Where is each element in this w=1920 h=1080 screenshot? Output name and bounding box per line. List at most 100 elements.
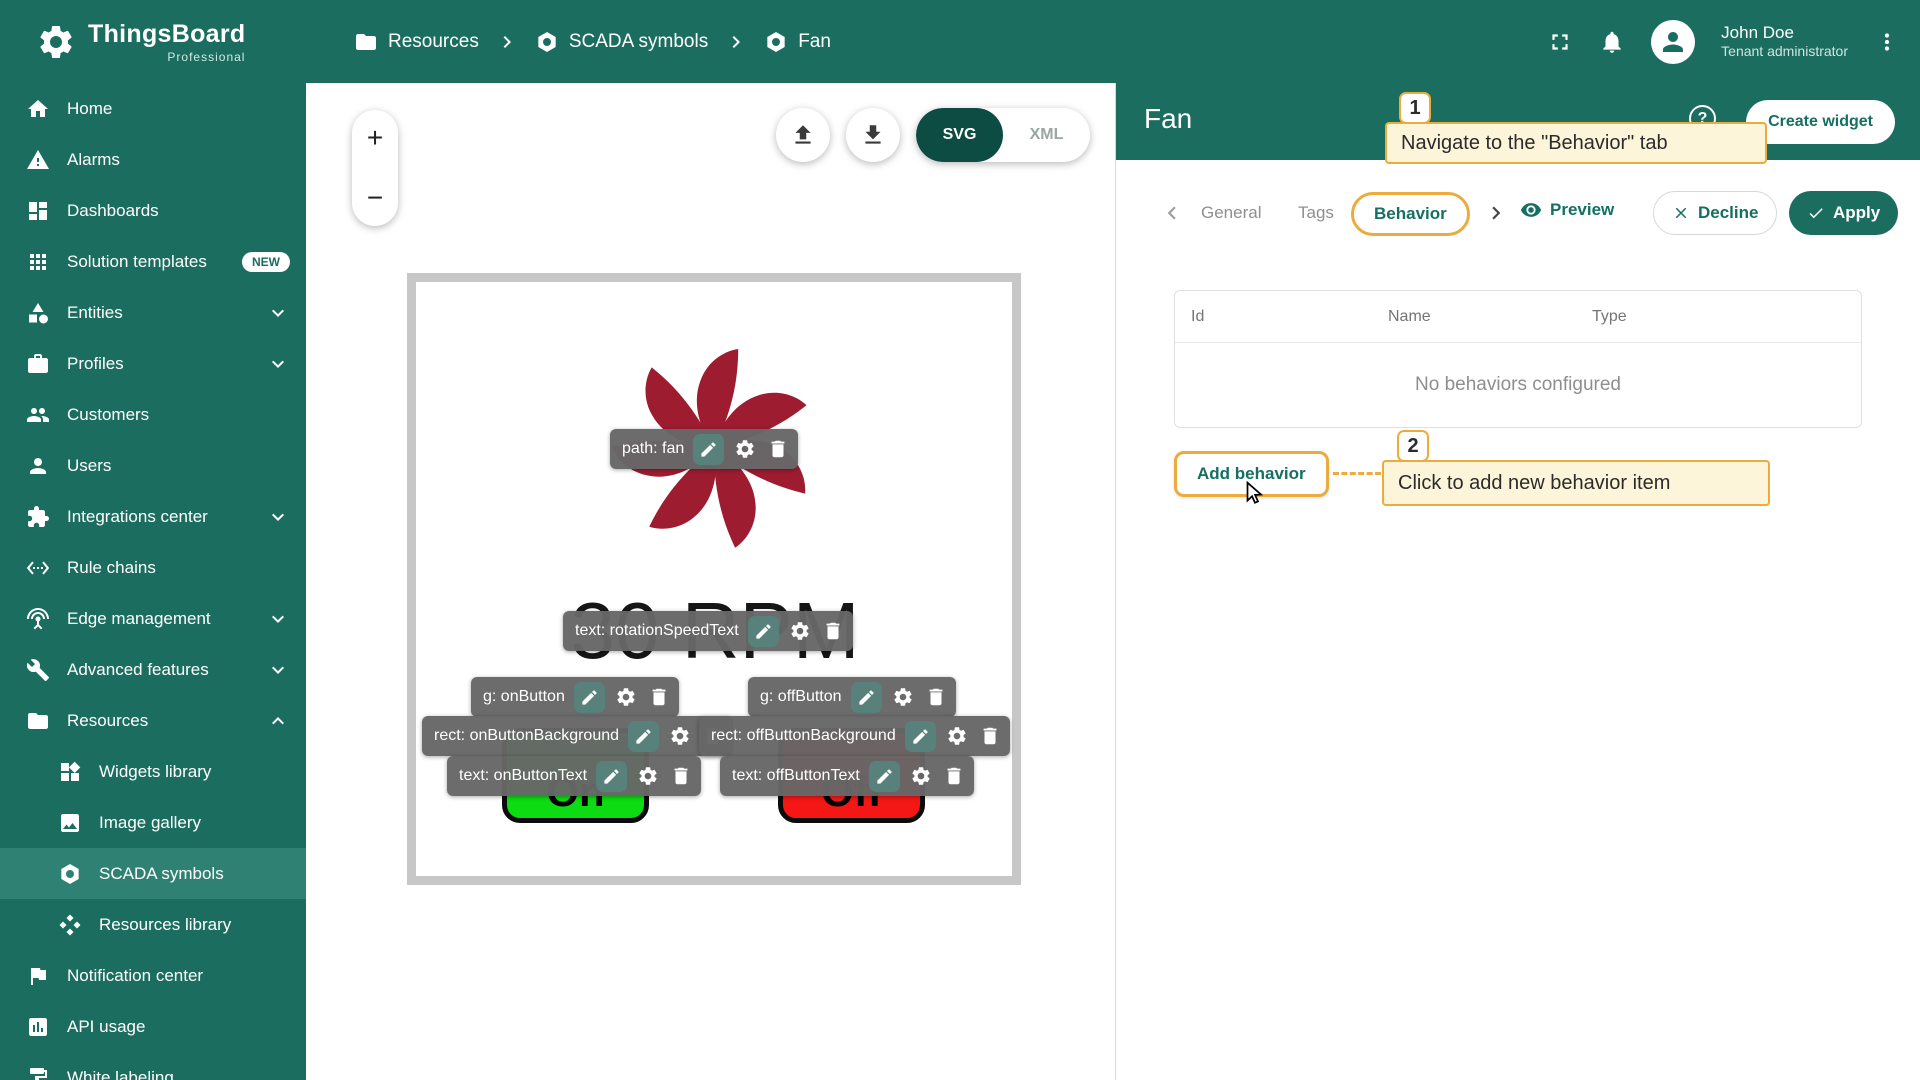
- sidebar-item-resources-library[interactable]: Resources library: [0, 899, 306, 950]
- decline-button[interactable]: Decline: [1653, 191, 1778, 235]
- category-icon: [26, 301, 50, 325]
- create-widget-button[interactable]: Create widget: [1746, 100, 1895, 144]
- tag-chip-on-button-text[interactable]: text: onButtonText: [447, 756, 702, 796]
- annotation-step-2-callout: Click to add new behavior item: [1382, 460, 1770, 506]
- zoom-control: + −: [352, 110, 398, 226]
- edit-icon[interactable]: [573, 681, 605, 713]
- settings-icon[interactable]: [636, 764, 660, 788]
- notifications-bell-icon[interactable]: [1599, 29, 1625, 55]
- delete-icon[interactable]: [924, 685, 948, 709]
- tag-chip-path-fan[interactable]: path: fan: [610, 429, 799, 469]
- sidebar-item-home[interactable]: Home: [0, 83, 306, 134]
- sidebar-item-integrations-center[interactable]: Integrations center: [0, 491, 306, 542]
- sidebar-item-notification-center[interactable]: Notification center: [0, 950, 306, 1001]
- sidebar-item-label: Users: [67, 455, 112, 475]
- edit-icon[interactable]: [628, 720, 660, 752]
- breadcrumb-resources[interactable]: Resources: [354, 30, 479, 54]
- sidebar-item-resources[interactable]: Resources: [0, 695, 306, 746]
- settings-icon[interactable]: [945, 724, 969, 748]
- delete-icon[interactable]: [942, 764, 966, 788]
- edit-icon[interactable]: [868, 760, 900, 792]
- xml-toggle-option[interactable]: XML: [1003, 108, 1090, 162]
- tag-chip-off-button-background[interactable]: rect: offButtonBackground: [699, 716, 1010, 756]
- more-menu-icon[interactable]: [1874, 29, 1900, 55]
- tag-chip-off-button-group[interactable]: g: offButton: [748, 677, 956, 717]
- sidebar-item-advanced-features[interactable]: Advanced features: [0, 644, 306, 695]
- tabs-scroll-right-icon[interactable]: [1483, 200, 1509, 226]
- sidebar-item-profiles[interactable]: Profiles: [0, 338, 306, 389]
- sidebar-item-users[interactable]: Users: [0, 440, 306, 491]
- behaviors-table: Id Name Type No behaviors configured: [1174, 290, 1862, 428]
- sidebar-item-api-usage[interactable]: API usage: [0, 1001, 306, 1052]
- edit-icon[interactable]: [596, 760, 628, 792]
- people-icon: [26, 403, 50, 427]
- tag-chip-on-button-group[interactable]: g: onButton: [471, 677, 679, 717]
- folder-icon: [26, 709, 50, 733]
- preview-button[interactable]: Preview: [1520, 199, 1614, 221]
- rule-chain-icon: [26, 556, 50, 580]
- settings-icon[interactable]: [733, 437, 757, 461]
- breadcrumb-scada-symbols[interactable]: SCADA symbols: [535, 30, 708, 54]
- tag-chip-rotation-speed-text[interactable]: text: rotationSpeedText: [563, 611, 853, 651]
- delete-icon[interactable]: [647, 685, 671, 709]
- sidebar-item-label: Widgets library: [99, 761, 212, 781]
- breadcrumb-fan[interactable]: Fan: [764, 30, 831, 54]
- settings-icon[interactable]: [891, 685, 915, 709]
- tab-tags[interactable]: Tags: [1298, 203, 1334, 223]
- avatar[interactable]: [1651, 19, 1696, 64]
- zoom-out-button[interactable]: −: [367, 184, 383, 212]
- sidebar-item-label: API usage: [67, 1016, 146, 1036]
- sidebar-item-scada-symbols[interactable]: SCADA symbols: [0, 848, 306, 899]
- annotation-connector: [1333, 472, 1381, 475]
- sidebar-item-label: Resources library: [99, 914, 232, 934]
- user-role: Tenant administrator: [1721, 43, 1848, 60]
- tag-chip-off-button-text[interactable]: text: offButtonText: [720, 756, 974, 796]
- sidebar-item-solution-templates[interactable]: Solution templates NEW: [0, 236, 306, 287]
- sidebar-item-label: Integrations center: [67, 506, 208, 526]
- settings-icon[interactable]: [614, 685, 638, 709]
- sidebar-item-customers[interactable]: Customers: [0, 389, 306, 440]
- delete-icon[interactable]: [669, 764, 693, 788]
- tag-label: rect: offButtonBackground: [711, 727, 896, 744]
- tab-behavior[interactable]: Behavior: [1351, 192, 1470, 236]
- sidebar-item-alarms[interactable]: Alarms: [0, 134, 306, 185]
- annotation-step-2-badge: 2: [1397, 430, 1429, 462]
- delete-icon[interactable]: [978, 724, 1002, 748]
- edit-icon[interactable]: [904, 720, 936, 752]
- svg-toggle-option[interactable]: SVG: [916, 108, 1003, 162]
- annotation-step-1-callout: Navigate to the "Behavior" tab: [1385, 122, 1767, 164]
- tab-general[interactable]: General: [1201, 203, 1261, 223]
- chevron-down-icon: [266, 352, 290, 376]
- edit-icon[interactable]: [747, 615, 779, 647]
- chevron-down-icon: [266, 658, 290, 682]
- sidebar-item-image-gallery[interactable]: Image gallery: [0, 797, 306, 848]
- sidebar-item-edge-management[interactable]: Edge management: [0, 593, 306, 644]
- sidebar-item-label: Alarms: [67, 149, 120, 169]
- sidebar-item-white-labeling[interactable]: White labeling: [0, 1052, 306, 1080]
- edit-icon[interactable]: [850, 681, 882, 713]
- upload-button[interactable]: [776, 108, 830, 162]
- sidebar-item-rule-chains[interactable]: Rule chains: [0, 542, 306, 593]
- tag-chip-on-button-background[interactable]: rect: onButtonBackground: [422, 716, 734, 756]
- chevron-down-icon: [266, 505, 290, 529]
- sidebar-item-entities[interactable]: Entities: [0, 287, 306, 338]
- delete-icon[interactable]: [766, 437, 790, 461]
- apply-button[interactable]: Apply: [1789, 191, 1899, 235]
- download-button[interactable]: [846, 108, 900, 162]
- extension-icon: [26, 505, 50, 529]
- image-icon: [58, 811, 82, 835]
- fullscreen-icon[interactable]: [1547, 29, 1573, 55]
- settings-icon[interactable]: [788, 619, 812, 643]
- settings-icon[interactable]: [668, 724, 692, 748]
- delete-icon[interactable]: [821, 619, 845, 643]
- sidebar-item-dashboards[interactable]: Dashboards: [0, 185, 306, 236]
- tabs-scroll-left-icon[interactable]: [1159, 200, 1185, 226]
- zoom-in-button[interactable]: +: [367, 124, 383, 152]
- mouse-cursor-icon: [1241, 480, 1267, 506]
- sidebar-item-label: White labeling: [67, 1067, 174, 1080]
- sidebar-item-widgets-library[interactable]: Widgets library: [0, 746, 306, 797]
- thingsboard-logo[interactable]: ThingsBoard Professional: [0, 20, 306, 64]
- settings-icon[interactable]: [909, 764, 933, 788]
- edit-icon[interactable]: [693, 433, 725, 465]
- person-icon: [1658, 27, 1688, 57]
